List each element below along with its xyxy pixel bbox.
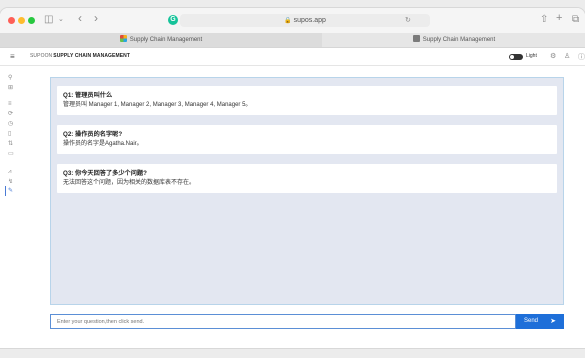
reload-icon[interactable]: ↻ xyxy=(405,14,411,28)
sidebar-active-indicator xyxy=(5,186,6,196)
address-text: supos.app xyxy=(293,17,326,24)
send-label: Send xyxy=(524,318,539,324)
app-title: SUPOONSUPPLY CHAIN MANAGEMENT xyxy=(30,53,130,59)
browser-toolbar: ◫ ⌄ ‹ › G 🔒 supos.app ↻ ⇧ + ⧉ xyxy=(0,8,585,33)
tab-label: Supply Chain Management xyxy=(422,37,496,43)
page-icon xyxy=(412,35,420,42)
chat-input-row: Send ➤ xyxy=(50,314,564,329)
sidebar-transfer-icon[interactable]: ⇅ xyxy=(8,140,13,148)
app-header: ≡ SUPOONSUPPLY CHAIN MANAGEMENT Light ⚙ … xyxy=(0,48,585,66)
chat-panel: Q1: 管理员叫什么 管理员叫 Manager 1, Manager 2, Ma… xyxy=(50,77,564,305)
question-text: Q3: 你今天回答了多少个问题? xyxy=(63,170,147,177)
sidebar-route-icon[interactable]: ↯ xyxy=(8,178,13,186)
send-button[interactable]: Send ➤ xyxy=(516,314,564,329)
user-icon[interactable]: ♙ xyxy=(564,52,570,60)
sidebar-grid-icon[interactable]: ⊞ xyxy=(8,84,13,92)
sidebar-home-icon[interactable]: ⚲ xyxy=(8,74,12,82)
tab-overview-icon[interactable]: ⧉ xyxy=(572,13,579,27)
lock-icon: 🔒 xyxy=(284,18,292,24)
browser-tab-bar: Supply Chain Management Supply Chain Man… xyxy=(0,33,585,48)
menu-icon[interactable]: ≡ xyxy=(10,52,15,61)
browser-window: ◫ ⌄ ‹ › G 🔒 supos.app ↻ ⇧ + ⧉ Supply Chai… xyxy=(0,8,585,348)
question-text: Q2: 操作员的名字呢? xyxy=(63,131,123,138)
qa-card: Q1: 管理员叫什么 管理员叫 Manager 1, Manager 2, Ma… xyxy=(57,86,557,115)
tab-label: Supply Chain Management xyxy=(129,37,203,43)
answer-text: 无法回答这个问题，因为相关的数据库表不存在。 xyxy=(63,180,196,186)
close-window-button[interactable] xyxy=(8,17,15,24)
brand-prefix: SUPOON xyxy=(30,53,53,59)
qa-card: Q2: 操作员的名字呢? 操作员的名字是Agatha.Nair。 xyxy=(57,125,557,154)
question-text: Q1: 管理员叫什么 xyxy=(63,92,113,99)
answer-text: 操作员的名字是Agatha.Nair。 xyxy=(63,141,143,147)
settings-icon[interactable]: ⚙ xyxy=(550,52,556,60)
answer-text: 管理员叫 Manager 1, Manager 2, Manager 3, Ma… xyxy=(63,102,252,108)
chevron-down-icon[interactable]: ⌄ xyxy=(58,13,64,27)
address-bar[interactable]: 🔒 supos.app xyxy=(180,14,430,27)
minimize-window-button[interactable] xyxy=(18,17,25,24)
qa-card: Q3: 你今天回答了多少个问题? 无法回答这个问题，因为相关的数据库表不存在。 xyxy=(57,164,557,193)
forward-icon[interactable]: › xyxy=(94,11,98,25)
grammarly-extension-icon[interactable]: G xyxy=(168,15,178,25)
theme-label: Light xyxy=(526,53,537,59)
new-tab-icon[interactable]: + xyxy=(556,11,562,25)
sidebar-document-icon[interactable]: ▯ xyxy=(8,130,11,138)
back-icon[interactable]: ‹ xyxy=(78,11,82,25)
supos-logo-icon xyxy=(119,35,127,42)
tab-supply-chain-2[interactable]: Supply Chain Management xyxy=(323,33,585,47)
theme-toggle[interactable] xyxy=(509,54,523,60)
share-icon[interactable]: ⇧ xyxy=(540,13,548,27)
sidebar-list-icon[interactable]: ≡ xyxy=(8,100,12,108)
sidebar-clock-icon[interactable]: ◷ xyxy=(8,120,13,128)
sidebar-toggle-icon[interactable]: ◫ xyxy=(44,13,53,27)
sidebar: ⚲ ⊞ ≡ ⟳ ◷ ▯ ⇅ ▭ ⩘ ↯ ✎ xyxy=(0,66,18,348)
tab-supply-chain-1[interactable]: Supply Chain Management xyxy=(0,33,322,47)
question-input[interactable] xyxy=(50,314,516,329)
send-arrow-icon: ➤ xyxy=(550,318,556,325)
info-icon[interactable]: ⓘ xyxy=(578,52,585,62)
sidebar-chart-icon[interactable]: ⩘ xyxy=(8,168,11,176)
zoom-window-button[interactable] xyxy=(28,17,35,24)
sidebar-box-icon[interactable]: ▭ xyxy=(8,150,14,158)
sidebar-chat-icon[interactable]: ✎ xyxy=(8,187,13,195)
sidebar-refresh-icon[interactable]: ⟳ xyxy=(8,110,13,118)
app-title-text: SUPPLY CHAIN MANAGEMENT xyxy=(53,53,131,59)
